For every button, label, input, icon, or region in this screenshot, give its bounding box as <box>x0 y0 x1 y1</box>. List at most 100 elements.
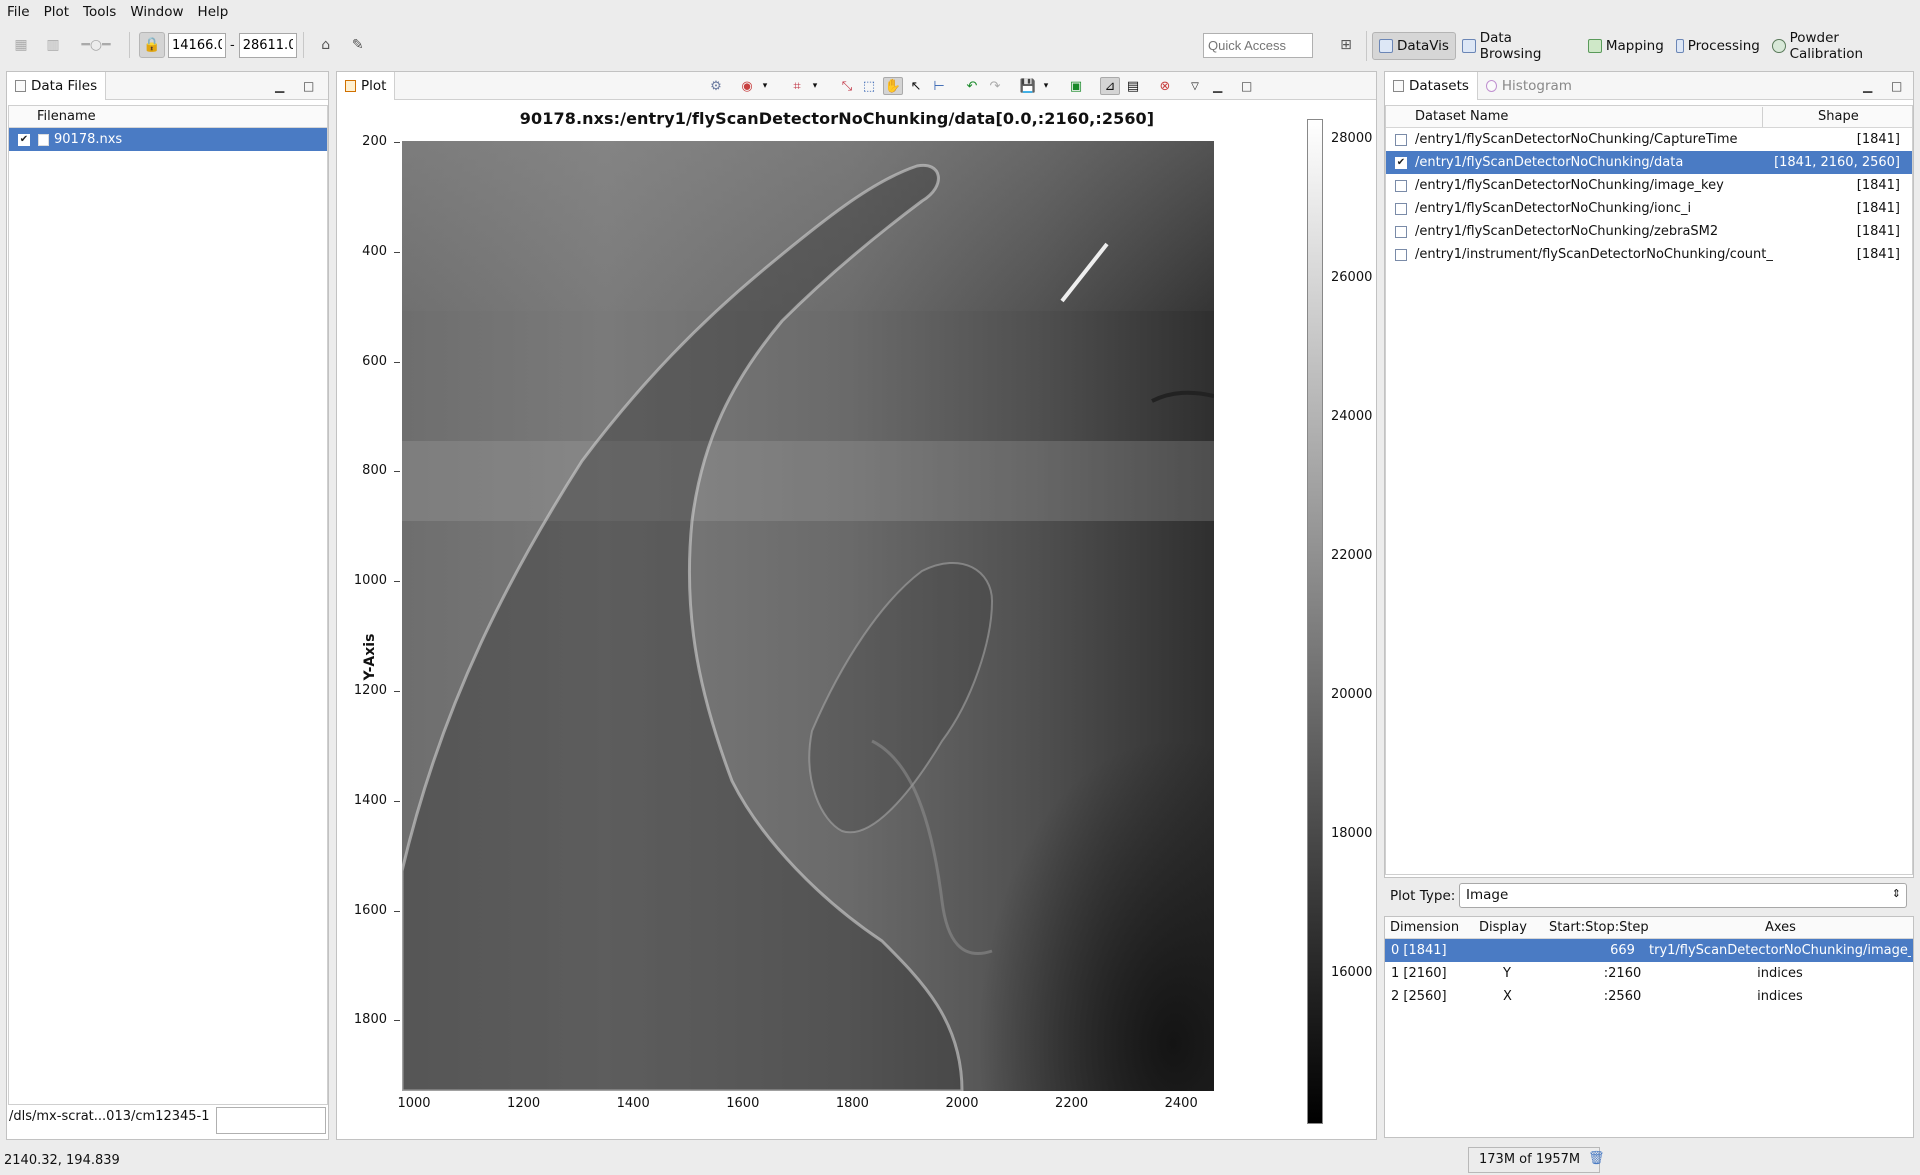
pointer-icon[interactable]: ↖ <box>906 77 926 95</box>
region-icon[interactable]: ⌗ <box>787 77 807 95</box>
dimension-display[interactable]: X <box>1503 989 1512 1004</box>
annotation-icon[interactable]: ✎ <box>345 32 371 58</box>
dimension-axes[interactable]: indices <box>1649 989 1911 1004</box>
dataset-row[interactable]: /entry1/flyScanDetectorNoChunking/ionc_i… <box>1386 197 1912 220</box>
minimize-icon[interactable]: ▁ <box>275 79 284 93</box>
histogram-icon[interactable]: ▥ <box>40 32 66 58</box>
tab-histogram[interactable]: Histogram <box>1478 72 1580 100</box>
slider-icon[interactable]: ━○━ <box>72 32 120 58</box>
dimension-rows: 0 [1841] 669 try1/flyScanDetectorNoChunkin… <box>1385 939 1913 1008</box>
grid-icon[interactable]: ▤ <box>1123 77 1143 95</box>
dataset-row[interactable]: ✔ /entry1/flyScanDetectorNoChunking/data [… <box>1386 151 1912 174</box>
file-checkbox[interactable]: ✔ <box>18 133 30 146</box>
shape-column-header[interactable]: Shape <box>1818 109 1859 124</box>
perspective-mapping[interactable]: Mapping <box>1582 32 1670 60</box>
dataset-row[interactable]: /entry1/flyScanDetectorNoChunking/Captur… <box>1386 128 1912 151</box>
menu-tools[interactable]: Tools <box>76 4 123 20</box>
colormap-icon[interactable]: ◉ <box>737 77 757 95</box>
axes-icon[interactable]: ⊿ <box>1100 77 1120 95</box>
open-perspective-icon[interactable]: ⊞ <box>1333 32 1359 58</box>
dataset-checkbox[interactable] <box>1395 179 1407 192</box>
colorbar-tick-label: 18000 <box>1331 826 1373 841</box>
filename-column-header[interactable]: Filename <box>37 109 96 124</box>
dataset-name-column-header[interactable]: Dataset Name <box>1415 109 1508 124</box>
perspective-data-browsing[interactable]: Data Browsing <box>1456 30 1582 62</box>
garbage-collect-icon[interactable]: 🗑 <box>1588 1151 1605 1166</box>
tab-data-files[interactable]: Data Files <box>7 71 107 100</box>
view-menu-icon[interactable]: ▽ <box>1185 77 1205 95</box>
histogram-lock-icon[interactable]: ▦ <box>8 32 34 58</box>
dataset-checkbox[interactable] <box>1395 225 1407 238</box>
memory-indicator: 173M of 1957M <box>1468 1147 1600 1173</box>
toolbar-separator <box>1366 31 1367 61</box>
image-plot[interactable] <box>402 141 1214 1091</box>
dataset-checkbox[interactable] <box>1395 133 1407 146</box>
datasets-icon <box>1393 79 1404 92</box>
dataset-shape: [1841] <box>1856 132 1900 147</box>
dataset-row[interactable]: /entry1/flyScanDetectorNoChunking/image_… <box>1386 174 1912 197</box>
maximize-icon[interactable]: □ <box>1891 79 1902 93</box>
minimize-icon[interactable]: ▁ <box>1213 79 1222 93</box>
y-tick-label: 1600 <box>353 902 387 918</box>
menu-window[interactable]: Window <box>123 4 190 20</box>
reset-icon[interactable]: ⊗ <box>1155 77 1175 95</box>
menu-file[interactable]: File <box>0 4 37 20</box>
axes-config-icon[interactable]: ⚙ <box>706 77 726 95</box>
dimension-name: 1 [2160] <box>1391 966 1447 981</box>
dimension-axes[interactable]: indices <box>1649 966 1911 981</box>
minimize-icon[interactable]: ▁ <box>1863 79 1872 93</box>
zoom-region-icon[interactable]: ⬚ <box>859 77 879 95</box>
perspective-powder-calibration[interactable]: Powder Calibration <box>1766 30 1920 62</box>
range-min-input[interactable] <box>168 32 226 58</box>
chevron-down-icon[interactable]: ▾ <box>755 77 775 95</box>
plot-type-select[interactable]: Image ⇕ <box>1459 883 1907 908</box>
range-max-input[interactable] <box>238 32 297 58</box>
tab-datasets[interactable]: Datasets <box>1385 71 1478 100</box>
save-icon[interactable]: 💾 <box>1018 77 1038 95</box>
home-icon[interactable]: ⌂ <box>313 32 339 58</box>
dimension-row[interactable]: 1 [2160] Y:2160 indices <box>1385 962 1913 985</box>
tab-label: Histogram <box>1501 77 1572 94</box>
tab-plot[interactable]: Plot <box>337 71 396 100</box>
file-filter-input[interactable] <box>216 1107 326 1134</box>
dataset-checkbox[interactable]: ✔ <box>1395 156 1407 169</box>
file-row[interactable]: ✔ 90178.nxs <box>9 128 327 151</box>
dimension-row[interactable]: 2 [2560] X:2560 indices <box>1385 985 1913 1008</box>
chevron-down-icon[interactable]: ▾ <box>805 77 825 95</box>
axis-tool-icon[interactable]: ⊢ <box>929 77 949 95</box>
data-browsing-icon <box>1461 39 1476 53</box>
slice-column-header[interactable]: Start:Stop:Step <box>1549 920 1654 935</box>
plot-panel: Plot ⚙ ◉ ▾ ⌗ ▾ ⤡ ⬚ ✋ ↖ ⊢ ↶ ↷ 💾 ▾ ▣ ⊿ ▤ ⊗… <box>336 71 1377 1140</box>
dataset-row[interactable]: /entry1/instrument/flyScanDetectorNoChun… <box>1386 243 1912 266</box>
x-tick-label: 1200 <box>507 1096 541 1111</box>
perspective-datavis[interactable]: DataVis <box>1372 32 1456 60</box>
dataset-checkbox[interactable] <box>1395 248 1407 261</box>
pan-icon[interactable]: ✋ <box>883 77 903 95</box>
dimension-display[interactable]: Y <box>1503 966 1511 981</box>
plot-area[interactable]: 90178.nxs:/entry1/flyScanDetectorNoChunk… <box>337 101 1376 1139</box>
axes-column-header[interactable]: Axes <box>1765 920 1796 935</box>
export-icon[interactable]: ▣ <box>1066 77 1086 95</box>
zoom-out-icon[interactable]: ⤡ <box>837 77 857 95</box>
undo-icon[interactable]: ↶ <box>962 77 982 95</box>
maximize-icon[interactable]: □ <box>303 79 314 93</box>
dataset-shape: [1841] <box>1856 247 1900 262</box>
redo-icon[interactable]: ↷ <box>985 77 1005 95</box>
dataset-row[interactable]: /entry1/flyScanDetectorNoChunking/zebraS… <box>1386 220 1912 243</box>
dimension-column-header[interactable]: Dimension <box>1390 920 1459 935</box>
chevron-down-icon[interactable]: ▾ <box>1036 77 1056 95</box>
colorbar[interactable] <box>1307 119 1323 1124</box>
dataset-checkbox[interactable] <box>1395 202 1407 215</box>
maximize-icon[interactable]: □ <box>1241 79 1252 93</box>
menu-help[interactable]: Help <box>191 4 236 20</box>
perspective-processing[interactable]: Processing <box>1670 32 1766 60</box>
dimension-row[interactable]: 0 [1841] 669 try1/flyScanDetectorNoChunkin… <box>1385 939 1913 962</box>
display-column-header[interactable]: Display <box>1479 920 1527 935</box>
lock-range-icon[interactable]: 🔒 <box>139 32 165 58</box>
y-tick-mark <box>394 910 400 912</box>
menu-plot[interactable]: Plot <box>37 4 76 20</box>
quick-access-input[interactable] <box>1203 33 1313 58</box>
tab-label: Plot <box>361 77 387 94</box>
y-tick-label: 1200 <box>353 683 387 698</box>
dimension-axes[interactable]: try1/flyScanDetectorNoChunking/image_l <box>1649 943 1911 958</box>
